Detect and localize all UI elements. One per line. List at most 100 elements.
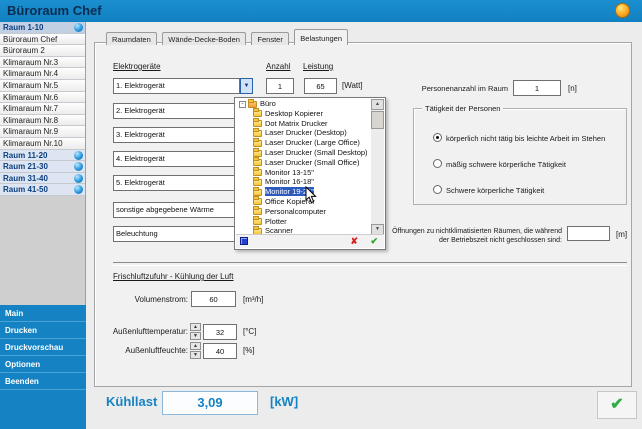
tree-item-laser-drucker-desktop[interactable]: Laser Drucker (Desktop) <box>236 128 371 138</box>
device-1-dropdown-button[interactable]: ▼ <box>240 78 253 94</box>
sidebar-item-raum-1-10[interactable]: Raum 1-10 <box>0 22 85 34</box>
tree-item-office-kopierer[interactable]: Office Kopierer <box>236 197 371 207</box>
help-orb-icon[interactable] <box>615 3 630 18</box>
openings-label: Öffnungen zu nichtklimatisierten Räumen,… <box>376 227 562 245</box>
kuehllast-label: Kühllast <box>106 394 157 409</box>
device-1-leistung-input[interactable] <box>304 78 337 94</box>
folder-icon <box>253 140 262 147</box>
sonstige-waerme-combobox[interactable]: sonstige abgegebene Wärme <box>113 202 253 218</box>
tab-fenster[interactable]: Fenster <box>251 32 288 45</box>
tree-item-plotter[interactable]: Plotter <box>236 217 371 227</box>
openings-input[interactable] <box>567 226 610 241</box>
device-2-combobox[interactable]: 2. Elektrogerät <box>113 103 253 119</box>
temperatur-unit-label: [°C] <box>243 327 256 336</box>
tab-raumdaten[interactable]: Raumdaten <box>106 32 157 45</box>
device-3-combobox[interactable]: 3. Elektrogerät <box>113 127 253 143</box>
sidebar-item-klimaraum-8[interactable]: Klimaraum Nr.8 <box>0 115 85 127</box>
sidebar-item-raum-11-20[interactable]: Raum 11-20 <box>0 150 85 162</box>
optionen-button[interactable]: Optionen <box>0 356 86 373</box>
folder-icon <box>253 218 262 225</box>
folder-icon <box>253 198 262 205</box>
tree-node-buero[interactable]: -Büro <box>236 99 371 109</box>
tree-expander-icon[interactable]: - <box>239 101 246 108</box>
tree-item-laser-drucker-small-desktop[interactable]: Laser Drucker (Small Desktop) <box>236 148 371 158</box>
fresh-air-heading: Frischluftzufuhr - Kühlung der Luft <box>113 272 234 281</box>
kuehllast-value-field[interactable]: 3,09 <box>162 391 258 415</box>
title-bar: Büroraum Chef <box>0 0 642 22</box>
persons-count-input[interactable] <box>513 80 561 96</box>
sidebar-item-klimaraum-4[interactable]: Klimaraum Nr.4 <box>0 68 85 80</box>
folder-icon <box>253 150 262 157</box>
spin-up-icon[interactable]: ▲ <box>190 342 201 350</box>
chevron-down-icon: ▼ <box>244 83 250 89</box>
check-icon: ✔ <box>610 396 623 413</box>
spin-down-icon[interactable]: ▼ <box>190 332 201 340</box>
scrollbar-thumb[interactable] <box>371 111 384 129</box>
folder-icon <box>253 159 262 166</box>
device-4-combobox[interactable]: 4. Elektrogerät <box>113 151 253 167</box>
temperatur-stepper[interactable]: ▲▼ <box>190 323 201 340</box>
druckvorschau-button[interactable]: Druckvorschau <box>0 339 86 356</box>
beleuchtung-combobox[interactable]: Beleuchtung <box>113 226 253 242</box>
main-button[interactable]: Main <box>0 305 86 322</box>
drucken-button[interactable]: Drucken <box>0 322 86 339</box>
application-window: Büroraum Chef Raum 1-10 Büroraum Chef Bü… <box>0 0 642 429</box>
tree-item-laser-drucker-small-office[interactable]: Laser Drucker (Small Office) <box>236 158 371 168</box>
tree-item-monitor-13-15[interactable]: Monitor 13-15" <box>236 168 371 178</box>
device-5-combobox[interactable]: 5. Elektrogerät <box>113 175 253 191</box>
sidebar-item-bueroraum-chef[interactable]: Büroraum Chef <box>0 34 85 46</box>
sidebar-item-klimaraum-7[interactable]: Klimaraum Nr.7 <box>0 103 85 115</box>
tab-waende-decke-boden[interactable]: Wände-Decke-Boden <box>162 32 246 45</box>
folder-icon <box>253 169 262 176</box>
sidebar-item-raum-31-40[interactable]: Raum 31-40 <box>0 173 85 185</box>
leistung-column-header: Leistung <box>303 62 333 71</box>
device-tree-list: -Büro Desktop Kopierer Dot Matrix Drucke… <box>236 99 371 235</box>
tree-scrollbar[interactable]: ▲ ▼ <box>371 99 384 235</box>
sidebar-item-klimaraum-5[interactable]: Klimaraum Nr.5 <box>0 80 85 92</box>
temperatur-input[interactable] <box>203 324 237 340</box>
scroll-up-icon[interactable]: ▲ <box>371 99 384 110</box>
accept-check-icon[interactable]: ✔ <box>370 235 378 248</box>
main-area: Raumdaten Wände-Decke-Boden Fenster Bela… <box>86 22 642 429</box>
tab-strip: Raumdaten Wände-Decke-Boden Fenster Bela… <box>106 27 349 43</box>
beenden-button[interactable]: Beenden <box>0 373 86 390</box>
spin-up-icon[interactable]: ▲ <box>190 323 201 331</box>
room-group-orb-icon <box>74 162 83 171</box>
folder-icon <box>253 120 262 127</box>
confirm-button[interactable]: ✔ <box>597 391 637 419</box>
device-1-combobox[interactable]: 1. Elektrogerät <box>113 78 240 94</box>
tree-item-monitor-19-21-selected[interactable]: Monitor 19-21" <box>236 187 371 197</box>
sidebar-item-raum-41-50[interactable]: Raum 41-50 <box>0 184 85 196</box>
cancel-x-icon[interactable]: ✘ <box>350 235 358 248</box>
tree-item-monitor-16-18[interactable]: Monitor 16-18" <box>236 177 371 187</box>
dropdown-footer: ✘ ✔ <box>236 234 384 248</box>
openings-unit-label: [m] <box>616 230 627 239</box>
feuchte-stepper[interactable]: ▲▼ <box>190 342 201 359</box>
sidebar-actions: Main Drucken Druckvorschau Optionen Been… <box>0 305 86 429</box>
feuchte-input[interactable] <box>203 343 237 359</box>
tree-item-desktop-kopierer[interactable]: Desktop Kopierer <box>236 109 371 119</box>
device-1-anzahl-input[interactable] <box>266 78 294 94</box>
room-group-orb-icon <box>74 23 83 32</box>
folder-icon <box>253 110 262 117</box>
folder-icon <box>253 208 262 215</box>
volumenstrom-label: Volumenstrom: <box>100 295 188 304</box>
spin-down-icon[interactable]: ▼ <box>190 351 201 359</box>
tab-belastungen[interactable]: Belastungen <box>294 29 348 45</box>
sidebar-item-klimaraum-10[interactable]: Klimaraum Nr.10 <box>0 138 85 150</box>
grid-view-icon[interactable] <box>240 237 248 245</box>
volumenstrom-input[interactable] <box>191 291 236 307</box>
folder-icon <box>253 179 262 186</box>
tree-item-personalcomputer[interactable]: Personalcomputer <box>236 207 371 217</box>
tree-item-laser-drucker-large-office[interactable]: Laser Drucker (Large Office) <box>236 138 371 148</box>
persons-unit-label: [n] <box>568 84 577 93</box>
mouse-cursor-icon <box>305 186 317 204</box>
tree-item-dot-matrix-drucker[interactable]: Dot Matrix Drucker <box>236 119 371 129</box>
sidebar-item-klimaraum-3[interactable]: Klimaraum Nr.3 <box>0 57 85 69</box>
sidebar-item-bueroraum-2[interactable]: Büroraum 2 <box>0 45 85 57</box>
sidebar-item-raum-21-30[interactable]: Raum 21-30 <box>0 161 85 173</box>
sidebar-item-klimaraum-9[interactable]: Klimaraum Nr.9 <box>0 126 85 138</box>
folder-icon <box>253 189 262 196</box>
sidebar-item-klimaraum-6[interactable]: Klimaraum Nr.6 <box>0 92 85 104</box>
section-divider <box>113 262 627 266</box>
